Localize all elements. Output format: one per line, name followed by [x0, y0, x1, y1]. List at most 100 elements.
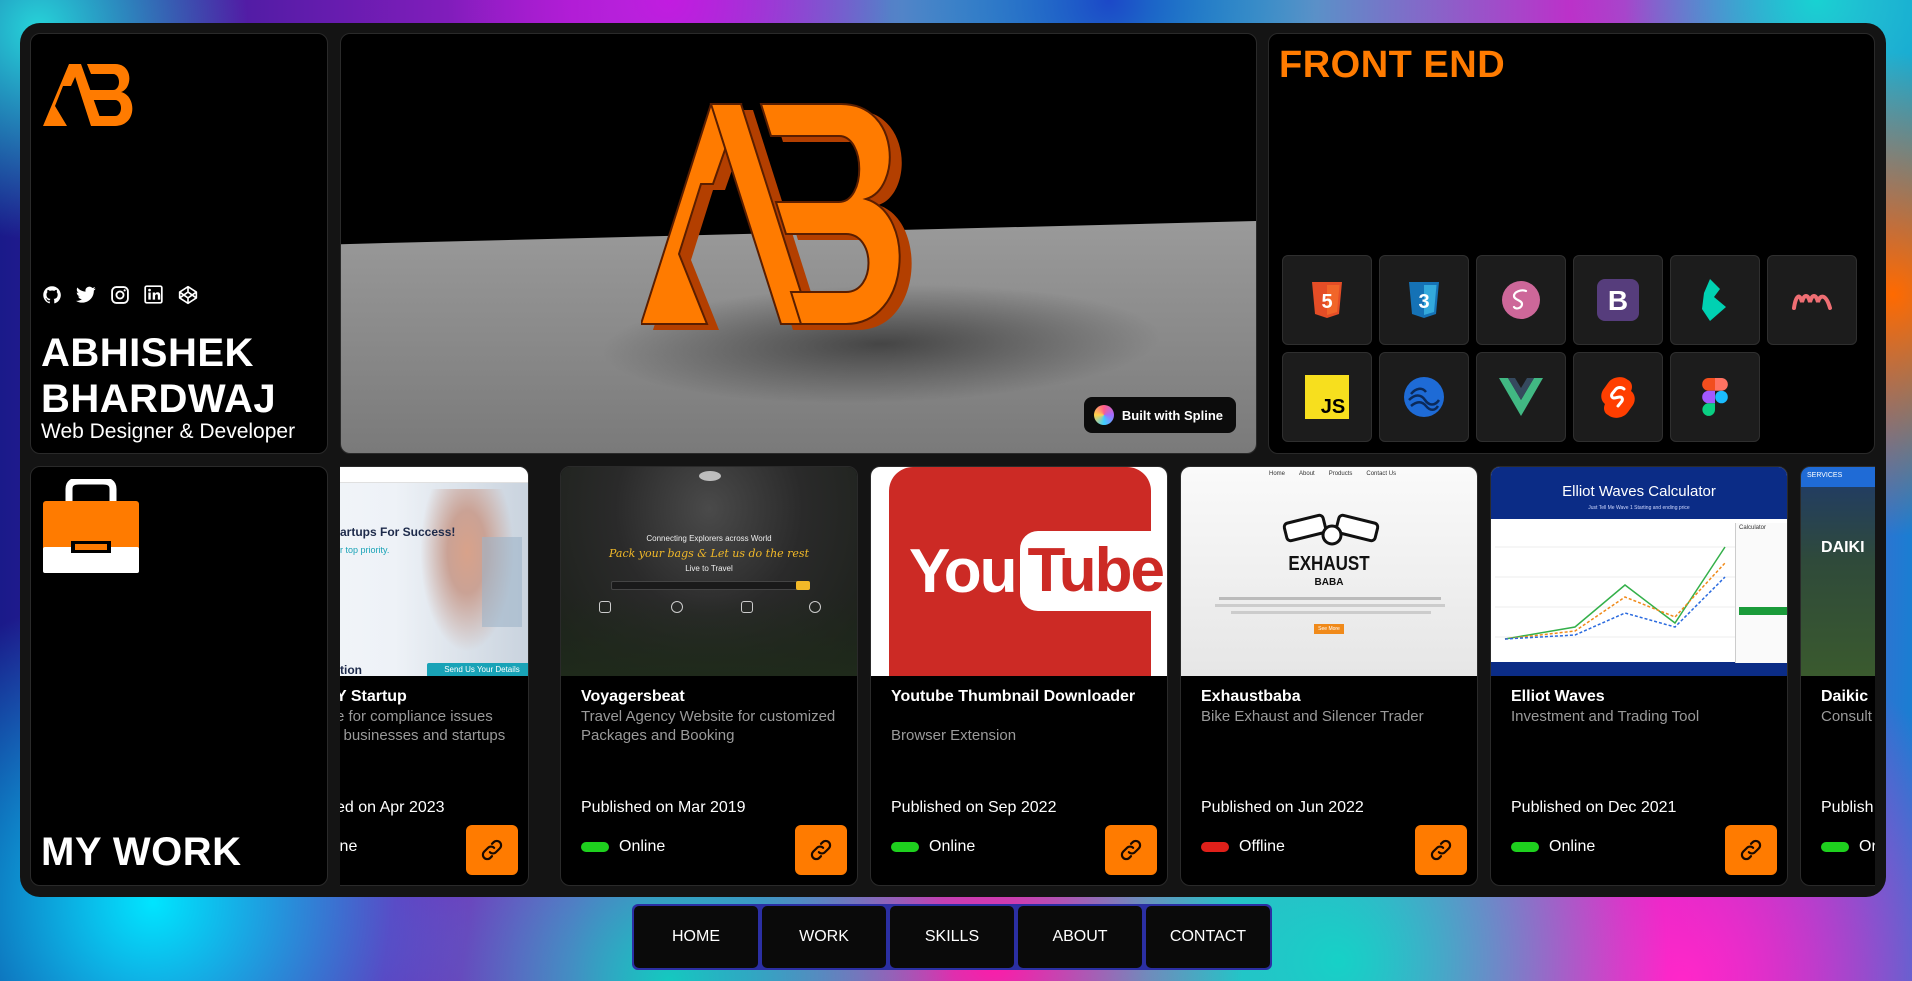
- project-title: Elliot Waves: [1511, 688, 1605, 705]
- bootstrap-icon: B: [1573, 255, 1663, 345]
- thumb-nav: Home About Products Contact Us: [1269, 471, 1396, 477]
- project-link-button[interactable]: [795, 825, 847, 875]
- vue-icon: [1476, 352, 1566, 442]
- project-desc: Investment and Trading Tool: [1511, 708, 1700, 725]
- project-desc: Browser Extension: [891, 727, 1017, 744]
- project-title: Y Startup: [340, 688, 407, 705]
- status-label: Offline: [1239, 838, 1285, 855]
- thumb-nav-item: Contact Us: [1366, 471, 1397, 477]
- project-title: Daikic: [1821, 688, 1869, 705]
- project-status: On: [1821, 838, 1875, 856]
- youtube-logo: You Tube: [909, 531, 1167, 611]
- github-icon[interactable]: [41, 284, 62, 305]
- projects-carousel[interactable]: artups For Success! r top priority. tion…: [340, 466, 1875, 886]
- svg-text:5: 5: [1321, 291, 1332, 313]
- profile-card: ABHISHEK BHARDWAJ Web Designer & Develop…: [30, 33, 328, 454]
- thumb-line-1: Connecting Explorers across World: [646, 534, 772, 543]
- project-card-startup[interactable]: artups For Success! r top priority. tion…: [340, 466, 529, 886]
- status-indicator: [1511, 842, 1539, 852]
- link-icon: [1740, 839, 1762, 861]
- svg-text:JS: JS: [1321, 396, 1345, 418]
- project-card-youtube-downloader[interactable]: You Tube Youtube Thumbnail Downloader Br…: [870, 466, 1168, 886]
- materialize-icon: [1767, 255, 1857, 345]
- project-status: Online: [1511, 838, 1595, 856]
- status-indicator: [1821, 842, 1849, 852]
- project-thumbnail: Elliot Waves Calculator Just Tell Me Wav…: [1491, 467, 1787, 676]
- twitter-icon[interactable]: [75, 284, 96, 305]
- project-link-button[interactable]: [1725, 825, 1777, 875]
- gsap-icon: [1379, 352, 1469, 442]
- svg-text:3: 3: [1418, 291, 1429, 313]
- briefcase-icon: [43, 479, 139, 573]
- status-label: Online: [929, 838, 976, 855]
- spline-badge-label: Built with Spline: [1121, 407, 1223, 423]
- name-line-1: ABHISHEK: [41, 331, 254, 375]
- status-indicator: [1201, 842, 1229, 852]
- project-status: Online: [581, 838, 665, 856]
- status-indicator: [581, 842, 609, 852]
- nav-contact[interactable]: CONTACT: [1146, 906, 1270, 968]
- thumb-brand-sub: BABA: [1314, 577, 1344, 588]
- project-status: Online: [891, 838, 975, 856]
- project-status: Offline: [1201, 838, 1285, 856]
- project-published: Published on Mar 2019: [581, 799, 746, 816]
- built-with-spline-badge[interactable]: Built with Spline: [1083, 397, 1236, 433]
- skills-card: FRONT END 5 3 B JS: [1268, 33, 1875, 454]
- youtube-you: You: [909, 536, 1017, 606]
- project-title: Voyagersbeat: [581, 688, 685, 705]
- profile-role: Web Designer & Developer: [41, 420, 296, 443]
- status-indicator: [891, 842, 919, 852]
- linkedin-icon[interactable]: [143, 284, 164, 305]
- project-link-button[interactable]: [466, 825, 518, 875]
- thumb-cta: See More: [1314, 624, 1344, 634]
- thumb-sub: r top priority.: [340, 545, 390, 555]
- thumb-tag: SERVICES: [1807, 472, 1843, 479]
- project-link-button[interactable]: [1105, 825, 1157, 875]
- project-card-daikic[interactable]: SERVICES DAIKI Daikic Consult Publish On: [1800, 466, 1875, 886]
- css3-icon: 3: [1379, 255, 1469, 345]
- project-desc: Bike Exhaust and Silencer Trader: [1201, 708, 1424, 725]
- instagram-icon[interactable]: [109, 284, 130, 305]
- my-work-title: MY WORK: [41, 830, 242, 874]
- project-card-voyagersbeat[interactable]: Connecting Explorers across World Pack y…: [560, 466, 858, 886]
- codepen-icon[interactable]: [177, 284, 198, 305]
- thumb-word: tion: [340, 663, 362, 676]
- nav-home[interactable]: HOME: [634, 906, 758, 968]
- ab-logo: [43, 64, 133, 126]
- project-card-exhaustbaba[interactable]: Home About Products Contact Us EXHAUST B…: [1180, 466, 1478, 886]
- hero-3d-scene[interactable]: Built with Spline: [340, 33, 1257, 454]
- nav-skills[interactable]: SKILLS: [890, 906, 1014, 968]
- nav-work[interactable]: WORK: [762, 906, 886, 968]
- thumb-wave-chart: [1495, 546, 1735, 640]
- exhaust-logo-art: [1282, 513, 1380, 546]
- link-icon: [1430, 839, 1452, 861]
- nav-about[interactable]: ABOUT: [1018, 906, 1142, 968]
- project-title: Exhaustbaba: [1201, 688, 1301, 705]
- sass-icon: [1476, 255, 1566, 345]
- project-card-elliot-waves[interactable]: Elliot Waves Calculator Just Tell Me Wav…: [1490, 466, 1788, 886]
- project-published: Publish: [1821, 799, 1874, 816]
- thumb-nav-item: About: [1299, 471, 1315, 477]
- bulma-icon: [1670, 255, 1760, 345]
- svelte-icon: [1573, 352, 1663, 442]
- thumb-line-2: Pack your bags & Let us do the rest: [609, 547, 809, 560]
- project-published: Published on Jun 2022: [1201, 799, 1364, 816]
- link-icon: [481, 839, 503, 861]
- project-thumbnail: artups For Success! r top priority. tion…: [340, 467, 528, 676]
- ab-3d-logo: [641, 103, 912, 330]
- thumb-sub: Just Tell Me Wave 1 Starting and ending …: [1588, 505, 1690, 511]
- project-thumbnail: SERVICES DAIKI: [1801, 467, 1875, 676]
- project-link-button[interactable]: [1415, 825, 1467, 875]
- status-label: On: [1859, 838, 1875, 855]
- project-thumbnail: Home About Products Contact Us EXHAUST B…: [1181, 467, 1477, 676]
- skills-title: FRONT END: [1279, 44, 1506, 86]
- thumb-button: Send Us Your Details: [427, 663, 528, 676]
- name-line-2: BHARDWAJ: [41, 377, 277, 421]
- link-icon: [810, 839, 832, 861]
- profile-name: ABHISHEK BHARDWAJ: [41, 330, 321, 422]
- thumb-brand: EXHAUST: [1288, 553, 1370, 575]
- project-status: ine: [340, 838, 357, 856]
- project-thumbnail: You Tube: [871, 467, 1167, 676]
- thumb-word: DAIKI: [1821, 539, 1865, 556]
- thumb-panel: Calculator: [1739, 525, 1767, 531]
